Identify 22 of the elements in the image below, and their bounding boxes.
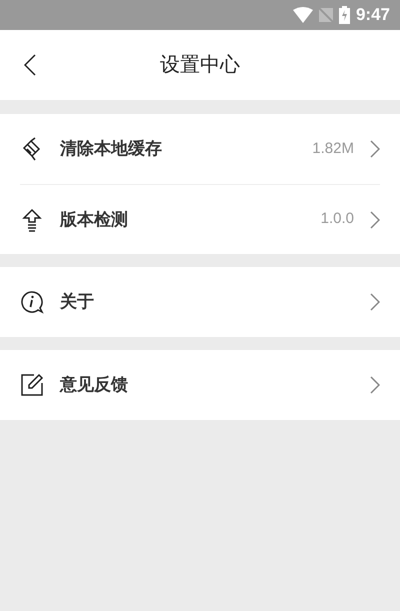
settings-row[interactable]: 清除本地缓存 1.82M bbox=[20, 114, 380, 184]
row-label: 版本检测 bbox=[60, 208, 128, 231]
back-icon bbox=[24, 54, 36, 76]
page-title: 设置中心 bbox=[160, 53, 240, 78]
back-button[interactable] bbox=[24, 54, 38, 76]
chevron-right-icon bbox=[370, 210, 380, 228]
row-value: 1.0.0 bbox=[320, 209, 354, 230]
row-label: 意见反馈 bbox=[60, 374, 128, 396]
wifi-icon bbox=[292, 7, 313, 23]
chevron-right-icon bbox=[370, 140, 380, 158]
chevron-right-icon bbox=[370, 376, 380, 394]
edit-icon bbox=[20, 373, 44, 397]
row-label: 关于 bbox=[60, 291, 94, 314]
row-label: 清除本地缓存 bbox=[60, 138, 162, 160]
info-icon bbox=[20, 290, 44, 314]
row-value: 1.82M bbox=[312, 138, 354, 159]
upload-icon bbox=[20, 208, 44, 232]
battery-charging-icon bbox=[338, 6, 350, 24]
chevron-right-icon bbox=[370, 293, 380, 311]
no-signal-icon bbox=[318, 8, 333, 22]
settings-row[interactable]: 版本检测 1.0.0 bbox=[20, 184, 380, 254]
status-time: 9:47 bbox=[356, 4, 390, 26]
